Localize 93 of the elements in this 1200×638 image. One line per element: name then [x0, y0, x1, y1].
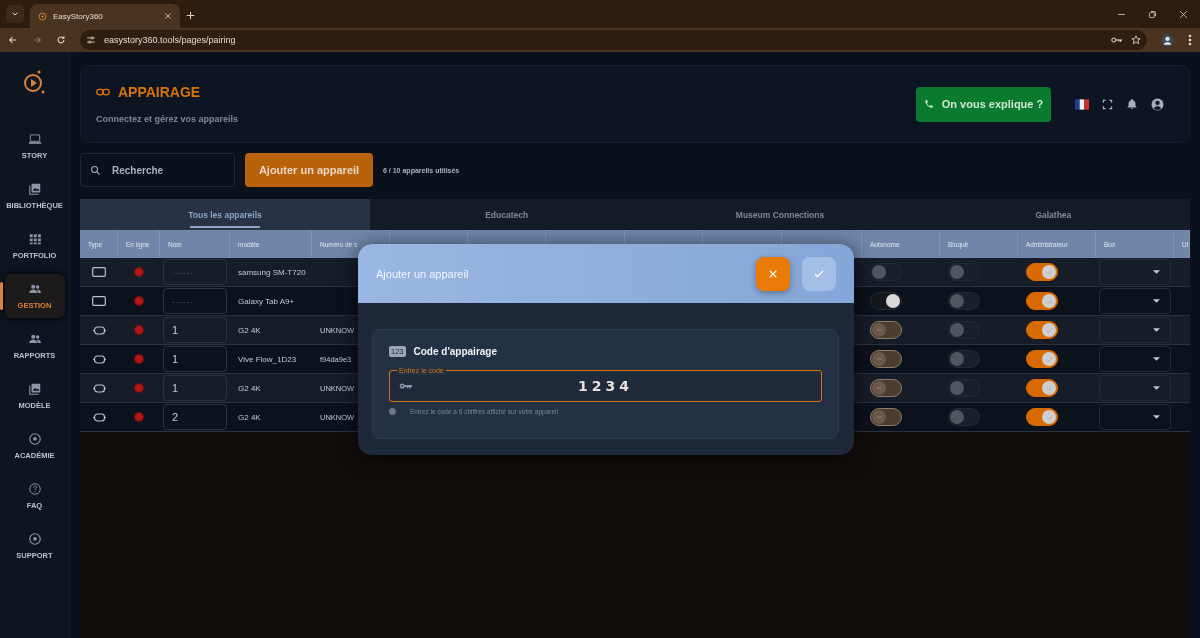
toggle-switch[interactable]: [948, 350, 980, 368]
toggle-switch[interactable]: [1026, 379, 1058, 397]
close-icon[interactable]: [164, 12, 172, 20]
grid-icon: [27, 232, 42, 246]
toggle-switch[interactable]: [948, 321, 980, 339]
minus-icon: [875, 355, 883, 363]
minus-icon: [875, 326, 883, 334]
forward-icon[interactable]: [32, 35, 42, 45]
browser-tab[interactable]: EasyStory360: [30, 4, 180, 28]
toggle-switch[interactable]: [948, 263, 980, 281]
menu-icon[interactable]: [1188, 34, 1192, 46]
site-settings-icon[interactable]: [86, 35, 96, 45]
flag-icon[interactable]: [1075, 98, 1089, 110]
help-button[interactable]: On vous explique ?: [916, 86, 1051, 122]
close-icon[interactable]: [1179, 9, 1188, 19]
minus-icon: [875, 384, 883, 392]
page-subtitle: Connectez et gérez vos appareils: [96, 114, 240, 124]
tab-title: EasyStory360: [53, 11, 104, 21]
name-field[interactable]: 2: [163, 404, 227, 430]
headset-icon: [91, 354, 107, 364]
bell-icon[interactable]: [1126, 98, 1138, 110]
toggle-switch[interactable]: [1026, 321, 1058, 339]
table-cell-text: G2 4K: [237, 411, 262, 424]
table-cell-text: Galaxy Tab A9+: [237, 295, 296, 308]
ball-icon: [27, 432, 42, 446]
link-icon: [96, 88, 110, 96]
dialog-title: Ajouter un appareil: [376, 267, 470, 280]
laptop-icon: [27, 132, 42, 146]
toggle-switch[interactable]: [1026, 292, 1058, 310]
caret-icon: [1153, 270, 1160, 274]
reload-icon[interactable]: [56, 35, 66, 45]
check-icon: [1044, 412, 1054, 422]
toggle-switch[interactable]: [1026, 350, 1058, 368]
ball-icon: [27, 532, 42, 546]
headset-icon: [91, 383, 107, 393]
check-icon: [1044, 354, 1054, 364]
name-field[interactable]: 1: [163, 346, 227, 372]
key-icon: [399, 382, 413, 390]
caret-icon: [1153, 357, 1160, 361]
phone-icon: [923, 99, 934, 109]
caret-icon: [1153, 415, 1160, 419]
headset-icon: [91, 412, 107, 422]
name-field[interactable]: 1: [163, 375, 227, 401]
images-icon: [27, 182, 42, 196]
tablet-icon: [92, 267, 106, 277]
page-title: APPAIRAGE: [118, 84, 201, 100]
avatar-icon[interactable]: [1161, 33, 1174, 47]
check-icon: [1044, 267, 1054, 277]
people-icon: [27, 282, 42, 296]
tablet-icon: [92, 296, 106, 306]
address-bar[interactable]: easystory360.tools/pages/pairing: [80, 30, 1147, 50]
headset-icon: [91, 325, 107, 335]
caret-icon: [1153, 299, 1160, 303]
back-icon[interactable]: [8, 35, 18, 45]
site-icon: [38, 11, 47, 21]
toggle-switch[interactable]: [870, 263, 902, 281]
table-cell-text: Vive Flow_1D23: [237, 353, 298, 366]
toggle-switch[interactable]: [948, 408, 980, 426]
caret-icon: [11, 10, 19, 18]
images-icon: [27, 382, 42, 396]
name-field[interactable]: 1: [163, 317, 227, 343]
caret-icon: [1153, 386, 1160, 390]
search-field[interactable]: Recherche: [80, 153, 235, 187]
toggle-switch[interactable]: [948, 292, 980, 310]
restore-icon[interactable]: [1148, 9, 1157, 19]
tab[interactable]: Tous les appareils: [80, 199, 370, 230]
question-icon: [27, 482, 42, 496]
table-cell-text: G2 4K: [237, 324, 262, 337]
star-icon[interactable]: [1131, 35, 1141, 45]
table-cell-text: samsung SM-T720: [237, 266, 307, 279]
toggle-switch[interactable]: [1026, 408, 1058, 426]
toggle-switch[interactable]: [948, 379, 980, 397]
new-tab-icon[interactable]: [186, 11, 195, 20]
account-icon[interactable]: [1151, 97, 1164, 111]
check-icon: [1044, 383, 1054, 393]
table-cell-text: G2 4K: [237, 382, 262, 395]
toggle-switch[interactable]: [870, 292, 902, 310]
caret-icon: [1153, 328, 1160, 332]
search-icon: [90, 165, 101, 176]
section-title: Code d'appairage: [413, 346, 498, 357]
check-icon: [1044, 296, 1054, 306]
info-icon: [389, 408, 396, 415]
close-icon: [768, 268, 778, 279]
add-device-button[interactable]: Ajouter un appareil: [245, 153, 373, 187]
minus-icon: [875, 413, 883, 421]
check-icon: [1044, 325, 1054, 335]
toggle-switch[interactable]: [1026, 263, 1058, 281]
url-text: easystory360.tools/pages/pairing: [104, 35, 237, 45]
fullscreen-icon[interactable]: [1102, 98, 1113, 110]
people-icon: [27, 332, 42, 346]
key-icon[interactable]: [1111, 36, 1123, 44]
logo-icon[interactable]: [22, 70, 47, 96]
name-field[interactable]: ------: [163, 288, 227, 314]
